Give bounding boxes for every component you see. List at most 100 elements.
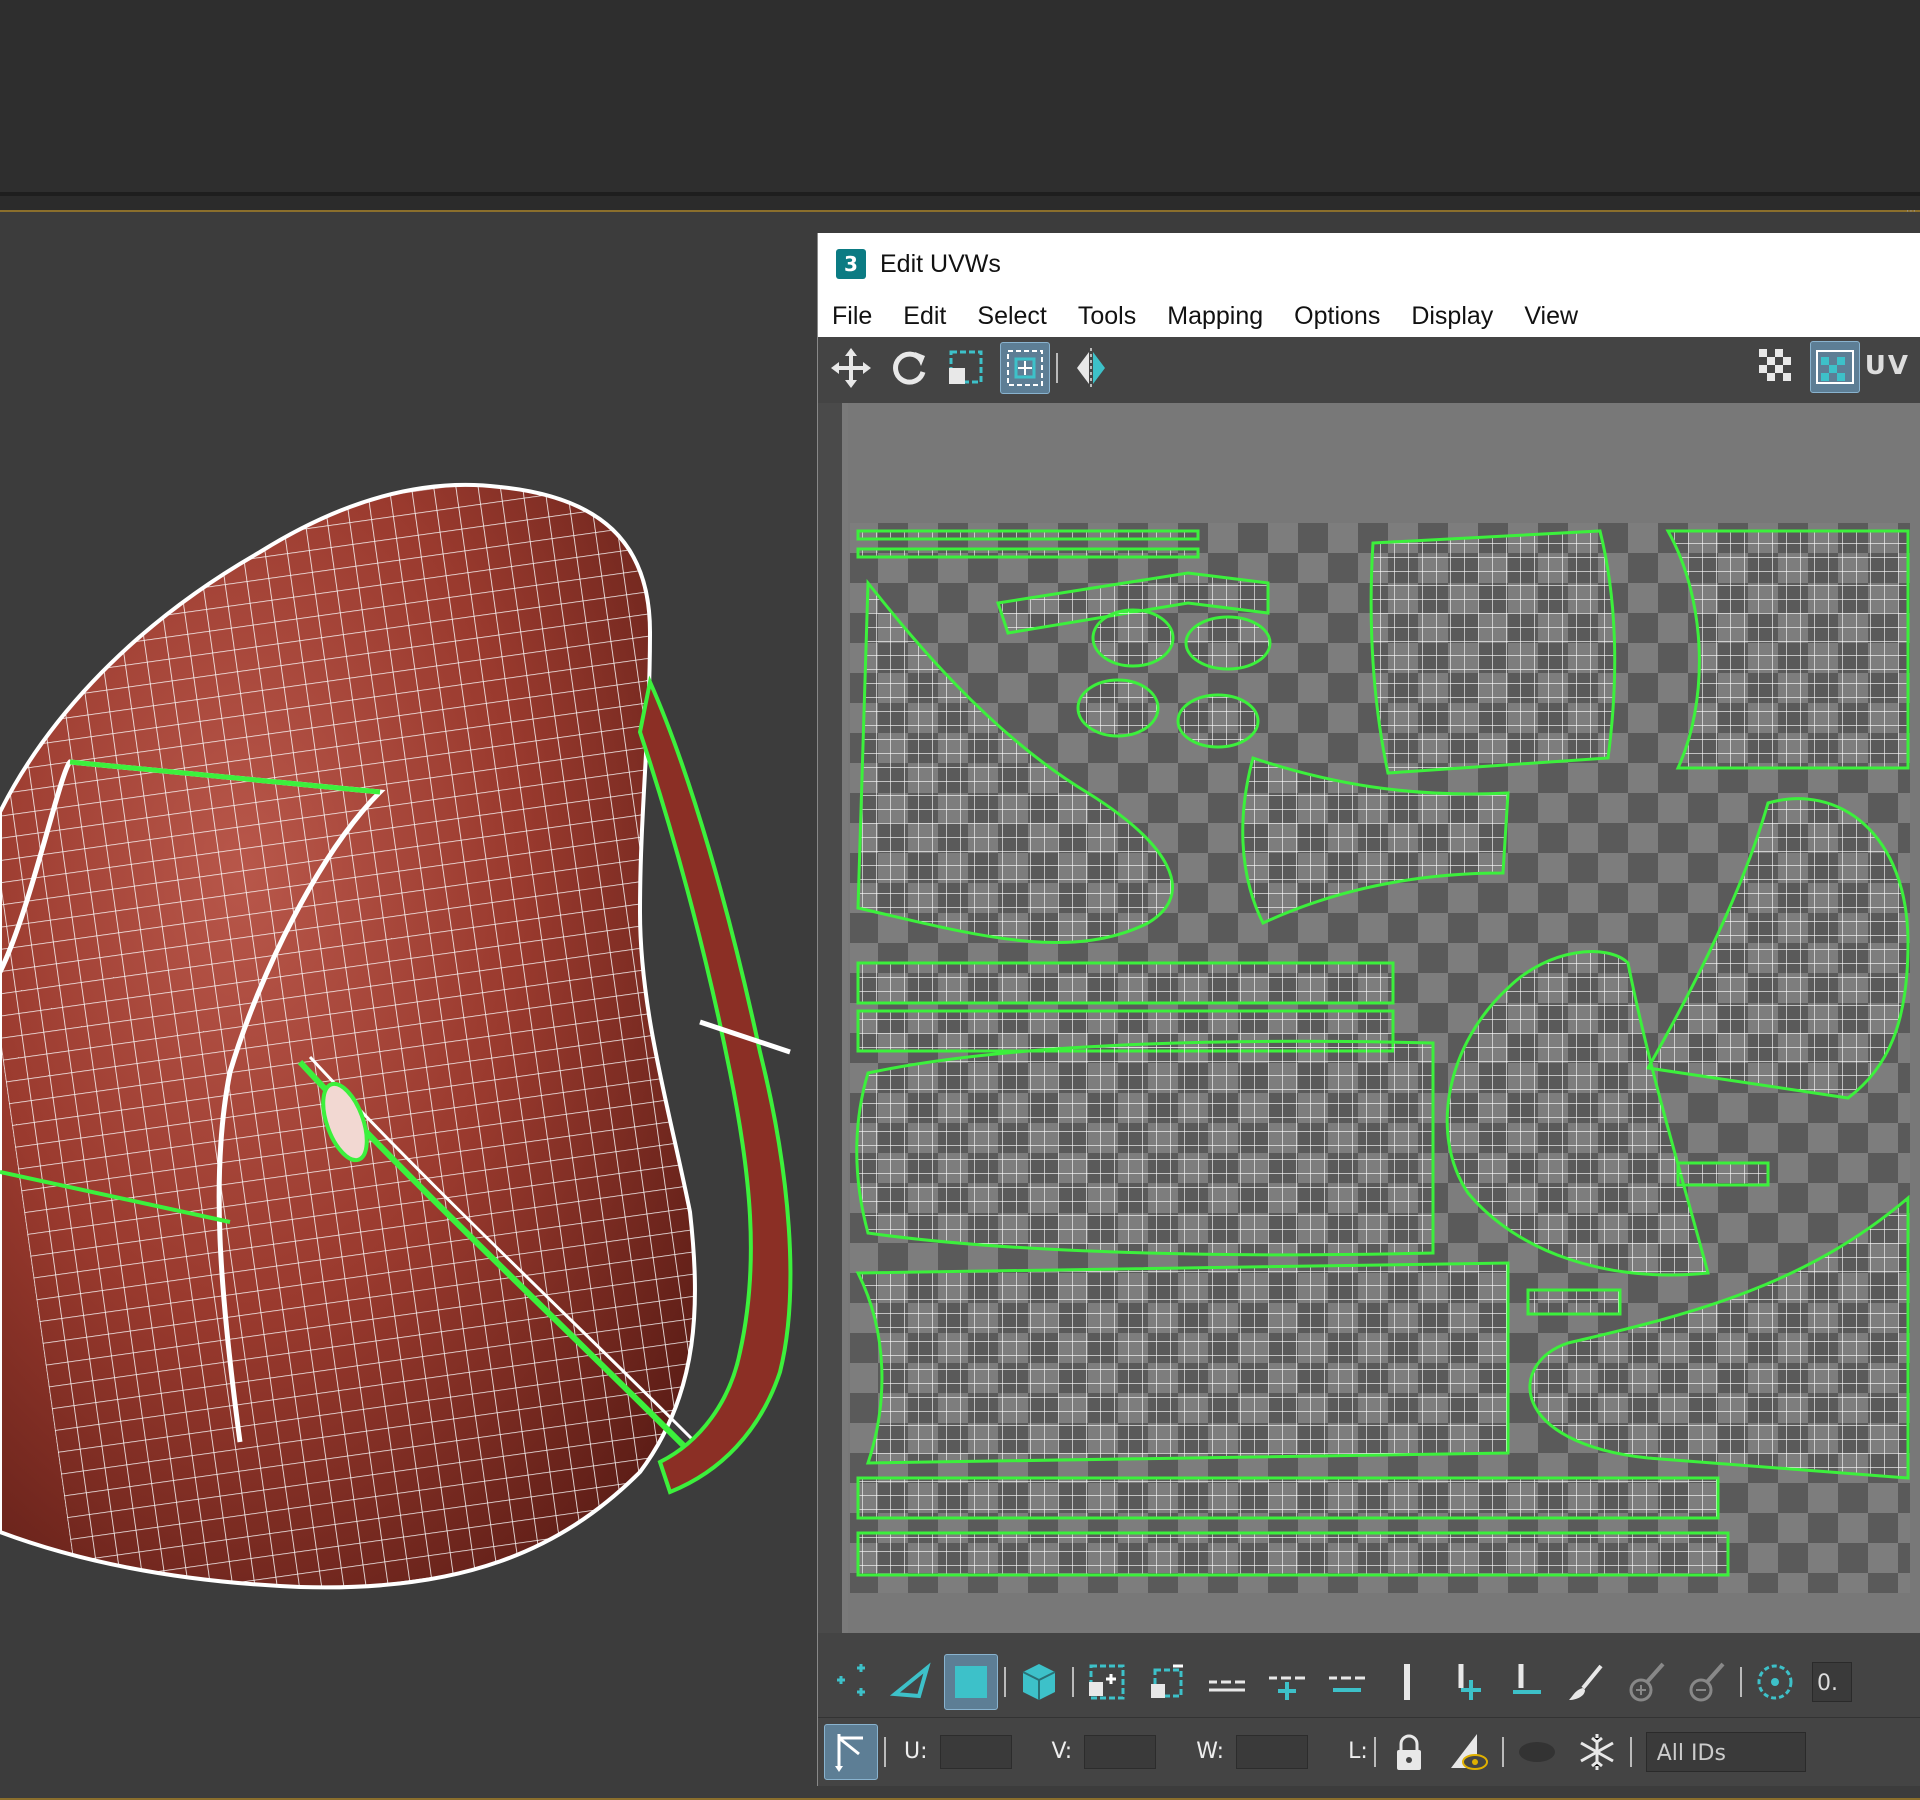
material-id-dropdown[interactable]: All IDs	[1645, 1731, 1806, 1772]
loop-grow-icon	[1269, 1676, 1305, 1700]
vertex-mode-icon	[837, 1664, 865, 1696]
v-label: V:	[1051, 1739, 1073, 1764]
edge-mode-icon	[889, 1662, 931, 1699]
loop-grow-button[interactable]	[1260, 1654, 1314, 1710]
ring-icon	[1404, 1664, 1410, 1700]
rotate-tool-button[interactable]	[884, 342, 934, 394]
loop-shrink-button[interactable]	[1320, 1654, 1374, 1710]
uv-shell	[1184, 615, 1272, 671]
checker-pattern-icon	[1759, 349, 1791, 381]
w-label: W:	[1196, 1739, 1225, 1764]
3dsmax-app-icon: 3	[836, 249, 866, 279]
paint-shrink-button[interactable]	[1680, 1654, 1734, 1710]
toolbar-separator	[1501, 1736, 1504, 1767]
show-hidden-edges-button[interactable]	[1442, 1724, 1496, 1780]
scale-tool-button[interactable]	[942, 342, 992, 394]
vertex-mode-button[interactable]	[824, 1654, 878, 1710]
menu-select[interactable]: Select	[977, 302, 1046, 331]
menu-view[interactable]: View	[1524, 302, 1578, 331]
uv-shell	[1676, 1161, 1770, 1187]
uv-shell	[856, 961, 1395, 1005]
uv-shell	[1369, 529, 1617, 775]
soft-selection-button[interactable]	[1748, 1654, 1802, 1710]
display-toolbar	[1744, 341, 1860, 393]
polygon-mode-icon	[955, 1666, 987, 1698]
title-bar[interactable]: 3 Edit UVWs	[818, 233, 1920, 295]
uv-editor-canvas[interactable]	[818, 403, 1920, 1633]
toolbar-separator	[884, 1736, 886, 1767]
move-tool-button[interactable]	[826, 342, 876, 394]
soft-selection-icon	[1757, 1664, 1793, 1700]
absolute-offset-toggle[interactable]	[824, 1723, 878, 1780]
menu-bar: File Edit Select Tools Mapping Options D…	[818, 295, 1920, 337]
rotate-icon	[893, 351, 926, 385]
toolbar-separator	[1373, 1736, 1376, 1767]
loop-shrink-icon	[1329, 1676, 1365, 1692]
ring-grow-button[interactable]	[1440, 1654, 1494, 1710]
element-mode-button[interactable]	[1012, 1654, 1066, 1710]
freeform-icon	[1007, 350, 1043, 386]
ring-shrink-button[interactable]	[1500, 1654, 1554, 1710]
checker-pattern-button[interactable]	[1752, 341, 1802, 393]
paint-select-button[interactable]	[1560, 1654, 1614, 1710]
polygon-mode-button[interactable]	[944, 1654, 998, 1710]
paint-grow-icon	[1629, 1662, 1665, 1702]
uv-shell	[1526, 1288, 1622, 1316]
menu-edit[interactable]: Edit	[903, 302, 946, 331]
paint-shrink-icon	[1689, 1662, 1725, 1702]
uv-shell	[1665, 529, 1910, 770]
eye-triangle-icon	[1450, 1733, 1488, 1770]
window-title: Edit UVWs	[880, 249, 1001, 278]
edit-uvws-window: 3 Edit UVWs File Edit Select Tools Mappi…	[817, 233, 1920, 1786]
snowflake-icon	[1580, 1733, 1614, 1770]
loop-button[interactable]	[1200, 1654, 1254, 1710]
selection-toolbar: 0.	[818, 1647, 1920, 1717]
mirror-tool-button[interactable]	[1066, 342, 1116, 394]
toolbar-separator	[1056, 353, 1058, 383]
uv-editor-scrollbar[interactable]	[818, 403, 842, 1633]
menu-file[interactable]: File	[832, 302, 872, 331]
v-input[interactable]	[1084, 1734, 1157, 1769]
coordinate-bar: U: V: W: L: All IDs	[818, 1717, 1920, 1785]
ring-button[interactable]	[1380, 1654, 1434, 1710]
scale-icon	[949, 350, 983, 384]
uv-shell	[1176, 693, 1260, 749]
lock-selection-button[interactable]	[1382, 1724, 1436, 1780]
toolbar-separator	[1740, 1667, 1742, 1697]
uv-shell	[856, 1476, 1720, 1520]
shrink-selection-icon	[1151, 1664, 1183, 1698]
mirror-icon	[1077, 348, 1105, 388]
uv-channel-label[interactable]: UV	[1865, 351, 1910, 381]
uv-shell	[855, 1039, 1435, 1257]
uv-shell	[856, 529, 1200, 541]
max-top-area	[0, 0, 1920, 196]
move-icon	[831, 348, 871, 388]
loop-icon	[1209, 1680, 1245, 1692]
menu-display[interactable]: Display	[1411, 302, 1493, 331]
edge-mode-button[interactable]	[884, 1654, 938, 1710]
paint-grow-button[interactable]	[1620, 1654, 1674, 1710]
toolbar-separator	[1072, 1667, 1074, 1697]
freeze-button[interactable]	[1570, 1724, 1624, 1780]
menu-mapping[interactable]: Mapping	[1167, 302, 1263, 331]
menu-tools[interactable]: Tools	[1078, 302, 1136, 331]
w-input[interactable]	[1236, 1734, 1309, 1769]
viewport-grip-icon[interactable]: ⋯	[1906, 206, 1920, 217]
freeform-tool-button[interactable]	[1000, 342, 1050, 394]
shrink-selection-button[interactable]	[1140, 1654, 1194, 1710]
u-input[interactable]	[939, 1734, 1012, 1769]
menu-options[interactable]: Options	[1294, 302, 1380, 331]
uv-shell	[855, 1261, 1510, 1465]
hide-button[interactable]	[1510, 1724, 1564, 1780]
grow-selection-button[interactable]	[1080, 1654, 1134, 1710]
hide-eye-icon	[1518, 1741, 1555, 1762]
uv-shell	[1091, 608, 1175, 668]
l-label: L:	[1348, 1739, 1368, 1764]
ring-shrink-icon	[1513, 1664, 1541, 1694]
transform-toolbar: UV	[818, 337, 1920, 399]
checker-map-button[interactable]	[1810, 341, 1860, 393]
falloff-value-field[interactable]: 0.	[1812, 1662, 1852, 1702]
toolbar-separator	[1629, 1736, 1632, 1767]
absolute-offset-icon	[835, 1733, 863, 1772]
lock-icon	[1396, 1734, 1421, 1770]
